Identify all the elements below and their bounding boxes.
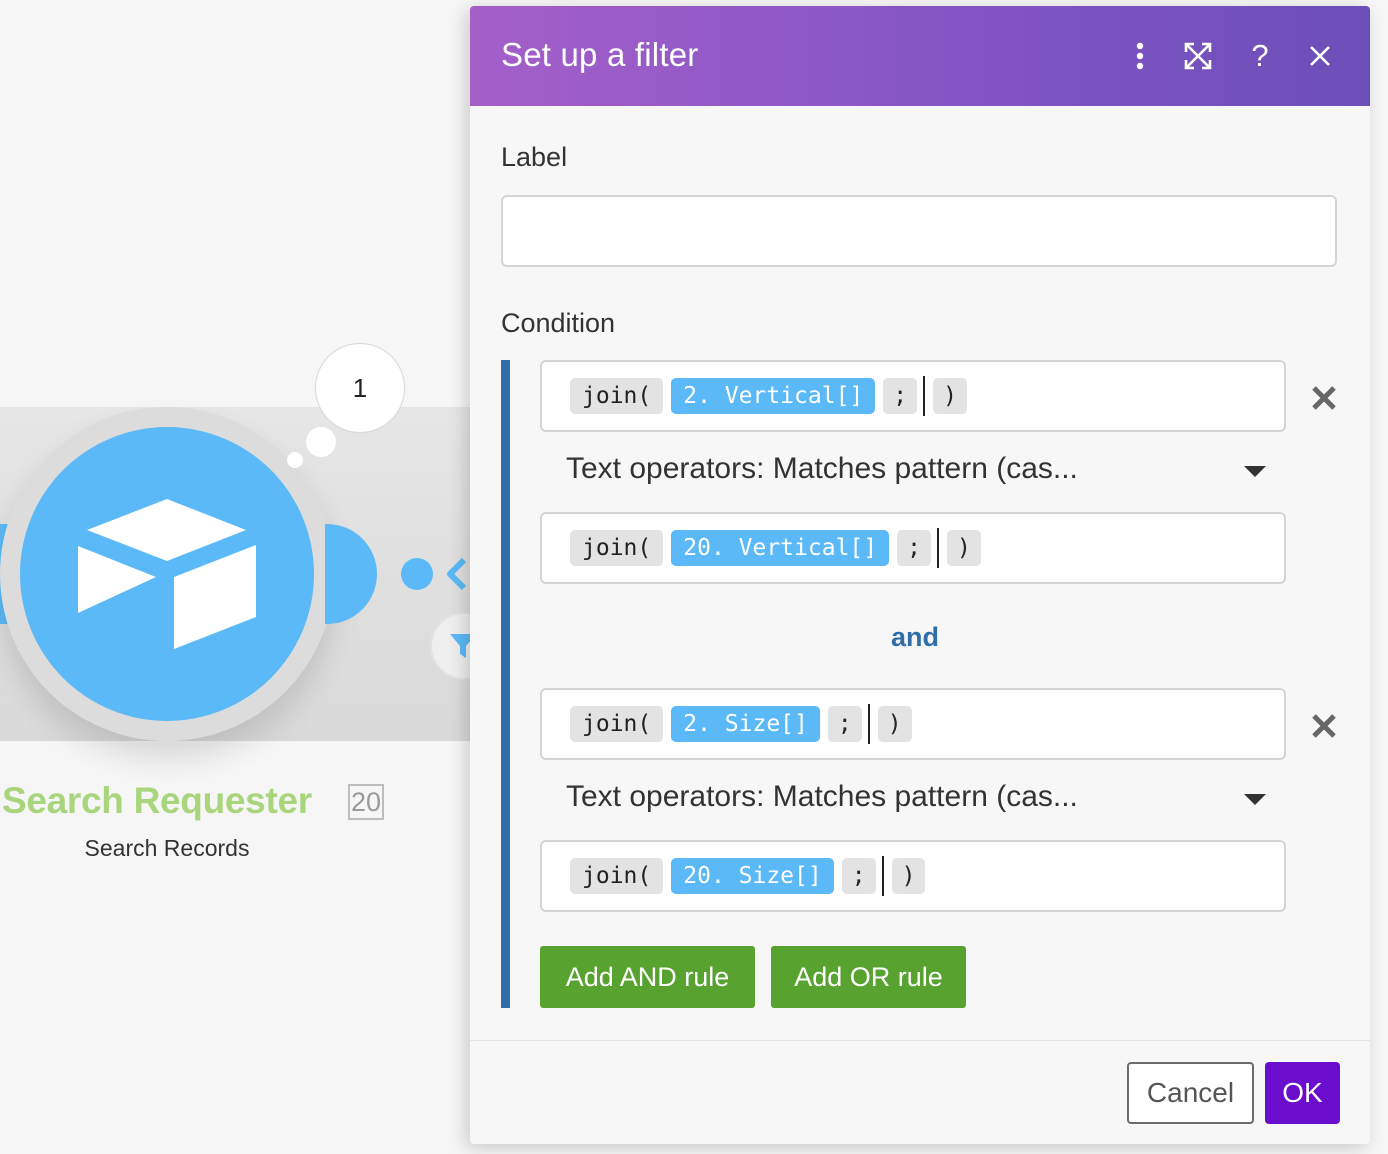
bubble-tail-medium <box>306 427 336 457</box>
rule-2-right-operand[interactable]: join( 20. Size[] ; ) <box>540 840 1286 912</box>
rule-1-right-operand[interactable]: join( 20. Vertical[] ; ) <box>540 512 1286 584</box>
separator-token[interactable]: ; <box>897 530 931 566</box>
text-caret <box>923 376 926 416</box>
condition-label: Condition <box>501 308 616 338</box>
operations-count: 1 <box>352 372 368 403</box>
add-or-rule-button[interactable]: Add OR rule <box>771 946 966 1008</box>
add-and-rule-button[interactable]: Add AND rule <box>540 946 755 1008</box>
text-caret <box>936 528 939 568</box>
close-paren-token[interactable]: ) <box>877 706 912 742</box>
ok-button[interactable]: OK <box>1265 1062 1340 1124</box>
text-caret <box>867 704 870 744</box>
module-node[interactable] <box>20 427 314 721</box>
separator-token[interactable]: ; <box>883 378 918 414</box>
route-dot <box>401 558 433 590</box>
footer-divider <box>470 1040 1370 1041</box>
variable-token[interactable]: 20. Size[] <box>671 858 834 894</box>
dialog-title: Set up a filter <box>501 36 699 73</box>
function-token[interactable]: join( <box>570 706 664 742</box>
variable-token[interactable]: 2. Vertical[] <box>671 378 876 414</box>
close-paren-token[interactable]: ) <box>933 378 967 414</box>
module-title: Search Requester <box>2 780 312 821</box>
airtable-box-icon <box>78 499 256 649</box>
module-id-badge: 20 <box>348 784 384 820</box>
operations-count-bubble[interactable]: 1 <box>315 343 405 433</box>
close-paren-token[interactable]: ) <box>891 858 926 894</box>
rule-1-left-operand[interactable]: join( 2. Vertical[] ; ) <box>540 360 1286 432</box>
text-caret <box>881 856 884 896</box>
help-icon[interactable]: ? <box>1240 36 1280 76</box>
function-token[interactable]: join( <box>570 530 664 566</box>
function-token[interactable]: join( <box>570 378 664 414</box>
remove-rule-1-icon[interactable] <box>1306 380 1342 416</box>
separator-token[interactable]: ; <box>827 706 862 742</box>
more-vertical-icon[interactable] <box>1120 36 1160 76</box>
filter-dialog: Set up a filter ? Label Condition join( … <box>470 6 1370 1144</box>
variable-token[interactable]: 2. Size[] <box>671 706 820 742</box>
close-paren-token[interactable]: ) <box>946 530 981 566</box>
label-input[interactable] <box>501 195 1337 267</box>
cancel-button[interactable]: Cancel <box>1127 1062 1254 1124</box>
rule-1-operator-select[interactable]: Text operators: Matches pattern (cas... <box>566 452 1286 486</box>
separator-token[interactable]: ; <box>841 858 876 894</box>
condition-group-bar <box>501 360 510 1008</box>
dropdown-arrow-icon <box>1244 466 1266 477</box>
and-connector-label: and <box>890 622 939 652</box>
function-token[interactable]: join( <box>570 858 664 894</box>
dropdown-arrow-icon <box>1244 794 1266 805</box>
bubble-tail-small <box>287 452 303 468</box>
fullscreen-icon[interactable] <box>1178 36 1218 76</box>
label-field-label: Label <box>501 142 568 172</box>
rule-2-operator-select[interactable]: Text operators: Matches pattern (cas... <box>566 780 1286 814</box>
close-icon[interactable] <box>1300 36 1340 76</box>
rule-1-operator-value: Text operators: Matches pattern (cas... <box>566 452 1078 485</box>
variable-token[interactable]: 20. Vertical[] <box>671 530 890 566</box>
dialog-header: Set up a filter ? <box>470 6 1370 106</box>
rule-2-left-operand[interactable]: join( 2. Size[] ; ) <box>540 688 1286 760</box>
rule-2-operator-value: Text operators: Matches pattern (cas... <box>566 780 1078 813</box>
module-subtitle: Search Records <box>84 835 250 861</box>
remove-rule-2-icon[interactable] <box>1306 708 1342 744</box>
